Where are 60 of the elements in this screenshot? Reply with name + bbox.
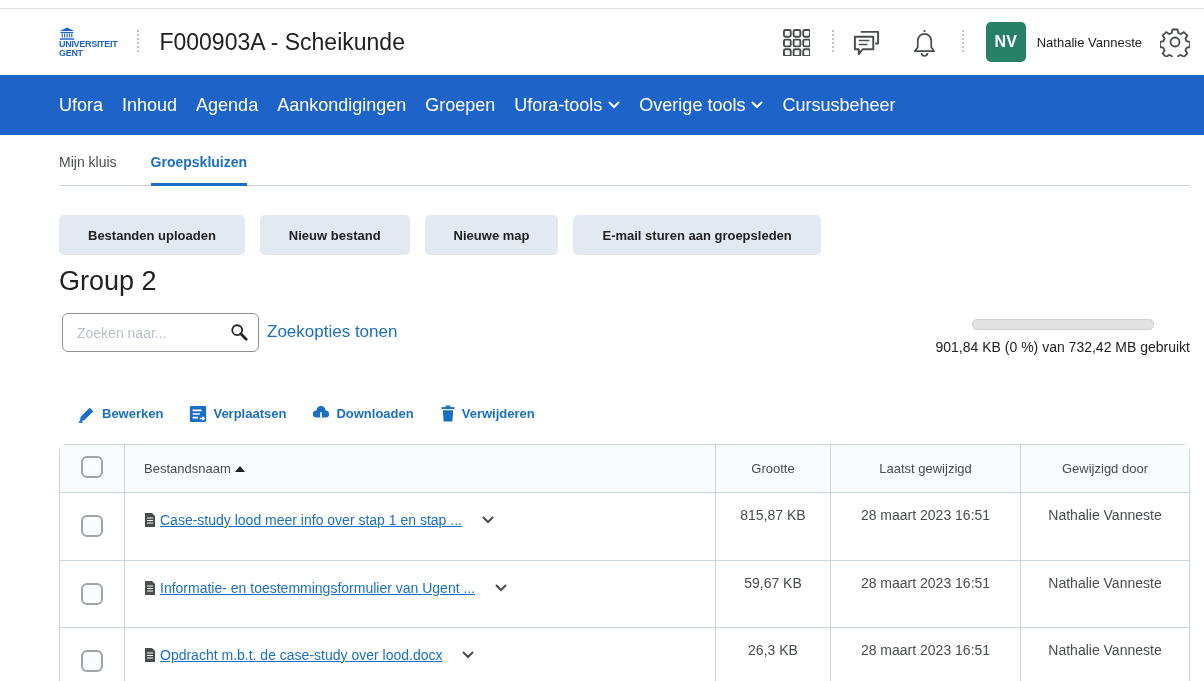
table-cell: Nathalie Vanneste (1048, 575, 1162, 591)
checkbox[interactable] (81, 650, 103, 672)
table-cell: 28 maart 2023 16:51 (860, 507, 991, 523)
toolbar-button[interactable]: Verplaatsen (189, 404, 287, 423)
file-link[interactable]: Informatie- en toestemmingsformulier van Ugent ... (160, 580, 476, 596)
column-header: Laatst gewijzigd (879, 461, 972, 476)
toolbar-button[interactable]: Verwijderen (439, 404, 535, 423)
action-button[interactable]: E-mail sturen aan groepsleden (573, 215, 821, 255)
checkbox[interactable] (81, 456, 103, 478)
table-cell: Nathalie Vanneste (1048, 642, 1162, 658)
search-options-link[interactable]: Zoekopties tonen (267, 322, 398, 342)
document-icon (144, 648, 156, 662)
sort-up-icon[interactable] (234, 465, 245, 472)
table-cell: 59,67 KB (744, 575, 802, 591)
building-icon (59, 26, 75, 40)
file-link[interactable]: Opdracht m.b.t. de case-study over lood.docx (160, 647, 443, 663)
checkbox[interactable] (81, 583, 103, 605)
user-avatar[interactable]: NV (985, 22, 1026, 62)
storage-reading: 901,84 KB (0 %) van 732,42 MB gebruikt (935, 339, 1190, 355)
column-header[interactable]: Bestandsnaam (144, 461, 231, 476)
table-cell: Nathalie Vanneste (1048, 507, 1162, 523)
checkbox[interactable] (81, 515, 103, 537)
tab[interactable]: Groepskluizen (150, 154, 248, 186)
nav-link[interactable]: Inhoud (122, 94, 178, 116)
search-icon[interactable] (230, 323, 248, 341)
nav-link[interactable]: Cursusbeheer (782, 94, 896, 116)
nav-link[interactable]: Aankondigingen (277, 94, 407, 116)
chevron-down-icon[interactable] (495, 584, 508, 592)
column-header: Gewijzigd door (1062, 461, 1148, 476)
chevron-down-icon[interactable] (462, 651, 475, 659)
nav-link[interactable]: Overige tools (639, 94, 764, 116)
action-button[interactable]: Nieuw bestand (259, 215, 410, 255)
table-cell: 815,87 KB (740, 507, 806, 523)
chevron-down-icon[interactable] (481, 516, 494, 524)
logo-text: UNIVERSITEIT (59, 39, 118, 49)
trash-icon (439, 404, 456, 423)
action-button[interactable]: Nieuwe map (424, 215, 559, 255)
action-button[interactable]: Bestanden uploaden (59, 215, 245, 255)
toolbar-button[interactable]: Downloaden (312, 404, 414, 423)
nav-link[interactable]: Ufora-tools (514, 94, 621, 116)
settings-icon[interactable] (1160, 27, 1190, 57)
move-list-icon (189, 404, 208, 423)
document-icon (144, 513, 156, 527)
nav-link[interactable]: Agenda (196, 94, 259, 116)
tab[interactable]: Mijn kluis (59, 154, 117, 186)
logo-text: GENT (59, 48, 83, 58)
table-cell: 28 maart 2023 16:51 (860, 642, 991, 658)
search-field[interactable]: Zoeken naar... (62, 313, 259, 352)
file-link[interactable]: Case-study lood meer info over stap 1 en stap ... (160, 512, 462, 528)
column-header: Grootte (751, 461, 795, 476)
user-name[interactable]: Nathalie Vanneste (1036, 34, 1142, 50)
nav-link[interactable]: Groepen (425, 94, 496, 116)
document-icon (144, 581, 156, 595)
nav-link[interactable]: Ufora (59, 94, 103, 116)
group-title: Group 2 (59, 266, 158, 297)
table-cell: 26,3 KB (748, 642, 798, 658)
toolbar-button[interactable]: Bewerken (78, 404, 164, 423)
app-grid-icon[interactable] (782, 28, 810, 56)
course-title: F000903A - Scheikunde (159, 28, 405, 56)
table-cell: 28 maart 2023 16:51 (860, 575, 991, 591)
